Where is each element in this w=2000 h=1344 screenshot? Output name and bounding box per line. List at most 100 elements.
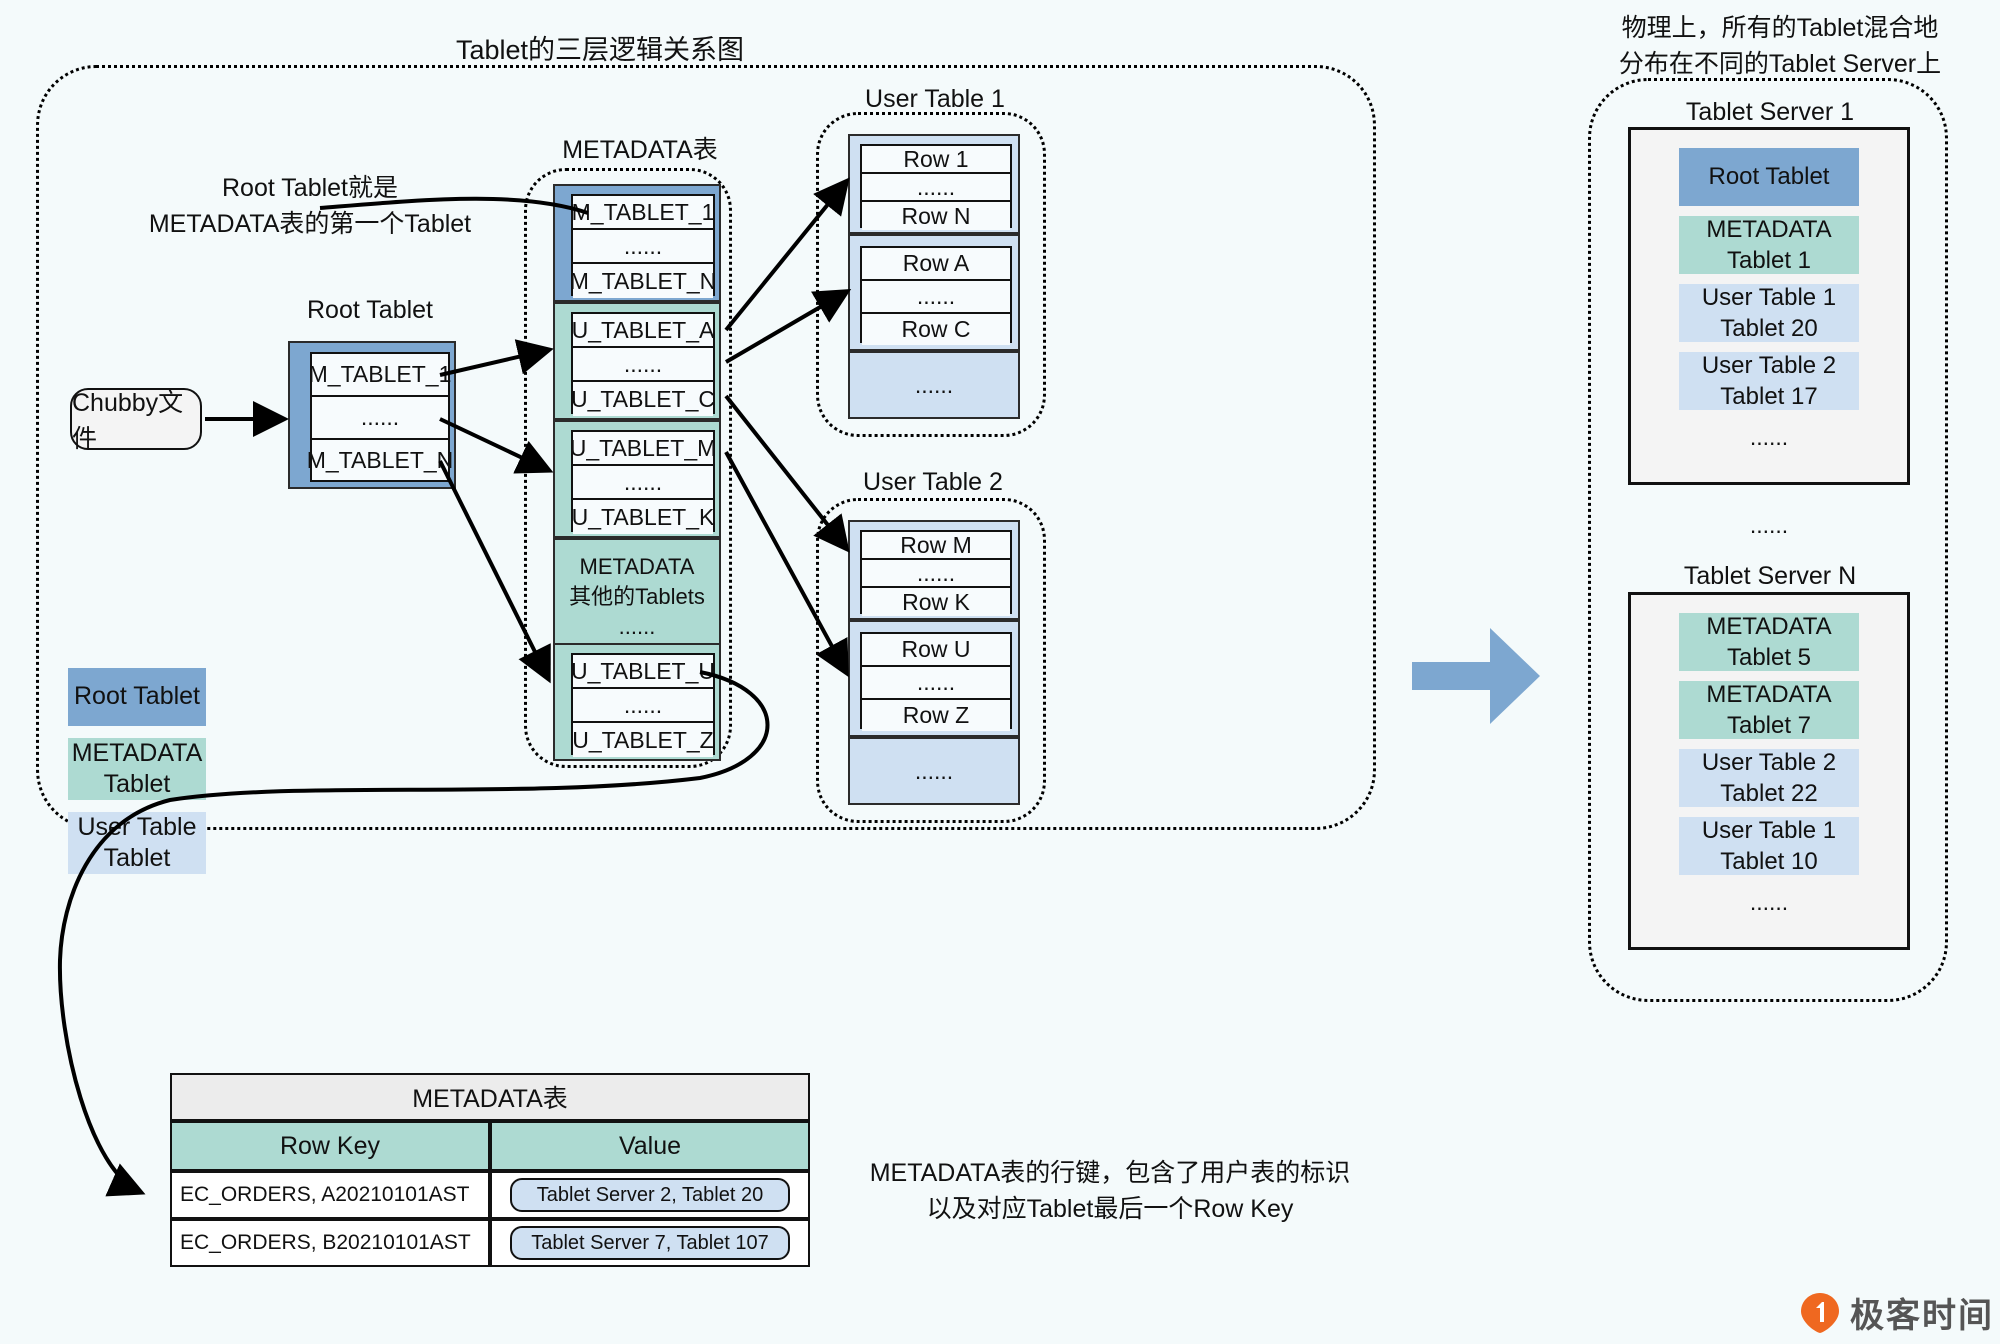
root-tablet-box[interactable]: M_TABLET_1 ...... M_TABLET_N	[288, 341, 456, 489]
metadata-block-user-tablet-u[interactable]: U_TABLET_U ...... U_TABLET_Z	[553, 643, 721, 761]
legend-label-line2: Tablet	[103, 770, 171, 798]
value-pill[interactable]: Tablet Server 7, Tablet 107	[510, 1226, 790, 1260]
other-tablets-line3: ......	[618, 613, 656, 639]
chip-line1: User Table 1	[1701, 283, 1837, 311]
user-table-1-label: User Table 1	[865, 85, 1005, 113]
chubby-file-label: Chubby文件	[72, 389, 184, 453]
metadata-cell: U_TABLET_K	[572, 500, 714, 534]
user-table-2-label: User Table 2	[863, 468, 1003, 496]
rowkey-text: EC_ORDERS, B20210101AST	[180, 1231, 471, 1254]
server1-chip-user-table-1[interactable]: User Table 1 Tablet 20	[1679, 284, 1859, 342]
metadata-cell: U_TABLET_Z	[572, 723, 714, 757]
serverN-ellipsis: ......	[1749, 889, 1789, 915]
brand-logo: 极客时间	[1800, 1288, 1994, 1337]
user-row-cell: Row Z	[862, 700, 1010, 731]
metadata-block-root-tablet[interactable]: M_TABLET_1 ...... M_TABLET_N	[553, 184, 721, 302]
user-table-2-cellstack: Row U ...... Row Z	[860, 632, 1012, 731]
metadata-block-user-tablet-m[interactable]: U_TABLET_M ...... U_TABLET_K	[553, 420, 721, 538]
server1-chip-user-table-2[interactable]: User Table 2 Tablet 17	[1679, 352, 1859, 410]
metadata-cell: U_TABLET_A	[572, 314, 714, 348]
chip-line2: Tablet 10	[1720, 848, 1818, 875]
header-label: Row Key	[279, 1131, 381, 1160]
metadata-cell: ......	[573, 230, 713, 264]
serverN-chip-user-table-2[interactable]: User Table 2 Tablet 22	[1679, 749, 1859, 807]
chip-line1: User Table 1	[1701, 816, 1837, 844]
metadata-detail-header-rowkey: Row Key	[170, 1121, 490, 1171]
metadata-block-user-tablet-a[interactable]: U_TABLET_A ...... U_TABLET_C	[553, 302, 721, 420]
metadata-block-cellstack: U_TABLET_M ...... U_TABLET_K	[570, 430, 716, 534]
root-tablet-cellstack: M_TABLET_1 ...... M_TABLET_N	[307, 352, 453, 482]
legend-item-metadata-tablet: METADATA Tablet	[68, 738, 206, 800]
root-tablet-label: Root Tablet	[306, 296, 433, 324]
chip-line1: METADATA	[1706, 215, 1832, 243]
user-row-cell: Row U	[862, 634, 1010, 667]
metadata-table-label: METADATA表	[562, 136, 718, 164]
user-table-1-tablet-more[interactable]: ......	[848, 351, 1020, 419]
user-row-cell: ......	[862, 281, 1010, 314]
user-table-2-cellstack: Row M ...... Row K	[860, 530, 1012, 616]
chip-line1: METADATA	[1706, 680, 1832, 708]
root-tablet-cell: M_TABLET_N	[307, 440, 453, 480]
rowkey-annotation-line1: METADATA表的行键，包含了用户表的标识	[869, 1159, 1351, 1187]
rowkey-annotation-line2: 以及对应Tablet最后一个Row Key	[926, 1195, 1294, 1224]
chip-line1: User Table 2	[1701, 351, 1837, 379]
metadata-block-cellstack: M_TABLET_1 ...... M_TABLET_N	[570, 194, 716, 298]
metadata-block-cellstack: U_TABLET_U ...... U_TABLET_Z	[571, 653, 715, 757]
value-text: Tablet Server 7, Tablet 107	[531, 1231, 769, 1254]
chip-line1: User Table 2	[1701, 748, 1837, 776]
value-text: Tablet Server 2, Tablet 20	[536, 1183, 764, 1206]
user-table-1-tablet-2[interactable]: Row A ...... Row C	[848, 234, 1020, 351]
chip-line2: Tablet 20	[1720, 315, 1818, 342]
user-table-2-tablet-1[interactable]: Row M ...... Row K	[848, 520, 1020, 620]
user-row-cell: Row 1	[862, 146, 1010, 174]
serverN-chip-user-table-1[interactable]: User Table 1 Tablet 10	[1679, 817, 1859, 875]
chubby-file-box[interactable]: Chubby文件	[70, 388, 202, 453]
chip-line1: METADATA	[1706, 612, 1832, 640]
serverN-chip-metadata-7[interactable]: METADATA Tablet 7	[1679, 681, 1859, 739]
serverN-chip-metadata-5[interactable]: METADATA Tablet 5	[1679, 613, 1859, 671]
user-row-cell: ......	[862, 667, 1010, 700]
server1-chip-metadata-1[interactable]: METADATA Tablet 1	[1679, 216, 1859, 274]
legend-item-root-tablet: Root Tablet	[68, 668, 206, 726]
other-tablets-line1: METADATA	[579, 554, 695, 580]
metadata-detail-title-text: METADATA表	[412, 1085, 568, 1113]
user-table-1-cellstack: Row 1 ...... Row N	[860, 144, 1012, 230]
value-pill[interactable]: Tablet Server 2, Tablet 20	[510, 1178, 790, 1212]
page-title: Tablet的三层逻辑关系图	[455, 35, 745, 65]
legend-label-line1: METADATA	[71, 738, 203, 767]
tablet-server-n-box[interactable]: METADATA Tablet 5 METADATA Tablet 7 User…	[1628, 592, 1910, 950]
user-table-1-ellipsis: ......	[914, 371, 954, 398]
chip-line1: Root Tablet	[1708, 163, 1830, 191]
user-row-cell: Row N	[862, 202, 1010, 230]
user-row-cell: Row K	[862, 588, 1010, 616]
user-row-cell: Row M	[862, 532, 1010, 560]
metadata-cell: U_TABLET_M	[570, 432, 716, 466]
user-table-2-tablet-2[interactable]: Row U ...... Row Z	[848, 620, 1020, 737]
legend-label-line2: Tablet	[103, 844, 171, 872]
root-tablet-cell: M_TABLET_1	[309, 354, 451, 397]
user-table-1-tablet-1[interactable]: Row 1 ...... Row N	[848, 134, 1020, 234]
transition-arrow-icon	[1412, 628, 1540, 724]
metadata-block-cellstack: U_TABLET_A ...... U_TABLET_C	[571, 312, 715, 416]
legend-label-line1: User Table	[77, 812, 197, 841]
header-label: Value	[618, 1131, 682, 1160]
chip-line2: Tablet 1	[1726, 247, 1812, 274]
chip-line2: Tablet 17	[1720, 383, 1818, 410]
rowkey-text: EC_ORDERS, A20210101AST	[180, 1183, 470, 1206]
metadata-detail-row-1-rowkey: EC_ORDERS, B20210101AST	[170, 1219, 490, 1267]
root-tablet-annotation: Root Tablet就是 METADATA表的第一个Tablet	[100, 170, 520, 243]
metadata-detail-title: METADATA表	[170, 1073, 810, 1121]
server1-chip-root-tablet[interactable]: Root Tablet	[1679, 148, 1859, 206]
root-tablet-cell: ......	[312, 397, 448, 440]
user-table-2-tablet-more[interactable]: ......	[848, 737, 1020, 805]
tablet-server-1-label: Tablet Server 1	[1685, 98, 1855, 126]
chip-line2: Tablet 22	[1720, 780, 1818, 807]
metadata-cell: M_TABLET_1	[572, 196, 714, 230]
legend-item-user-table-tablet: User Table Tablet	[68, 812, 206, 874]
legend-label: Root Tablet	[73, 682, 200, 711]
tablet-server-1-box[interactable]: Root Tablet METADATA Tablet 1 User Table…	[1628, 127, 1910, 485]
metadata-block-other-tablets[interactable]: METADATA 其他的Tablets ......	[553, 538, 721, 656]
user-row-cell: ......	[862, 174, 1010, 202]
tablet-server-n-label: Tablet Server N	[1683, 562, 1857, 590]
user-row-cell: ......	[862, 560, 1010, 588]
